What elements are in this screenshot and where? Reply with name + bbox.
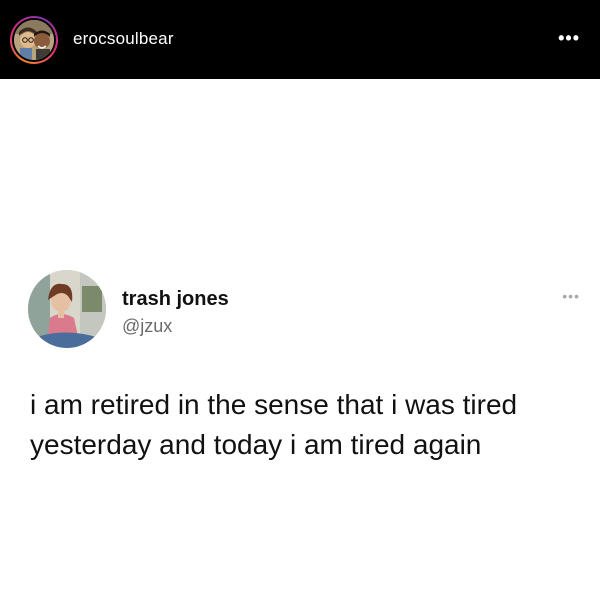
tweet-more-icon[interactable]: •••: [562, 288, 580, 304]
post-header: erocsoulbear •••: [0, 0, 600, 79]
profile-photo-icon: [28, 270, 106, 348]
more-options-icon[interactable]: •••: [558, 29, 580, 47]
tweet-body-text: i am retired in the sense that i was tir…: [30, 389, 518, 460]
story-ring[interactable]: [10, 16, 58, 64]
profile-photo-icon: [14, 20, 54, 60]
avatar-gap: [12, 18, 56, 62]
tweet-avatar-illustration: [28, 270, 106, 348]
avatar-illustration: [14, 20, 54, 60]
tweet-card: trash jones @jzux ••• i am retired in th…: [0, 240, 600, 500]
tweet-display-name[interactable]: trash jones: [122, 288, 229, 311]
tweet-handle[interactable]: @jzux: [122, 316, 172, 337]
post-username[interactable]: erocsoulbear: [73, 29, 174, 49]
instagram-post: erocsoulbear ••• trash jones @jzux ••• i…: [0, 0, 600, 600]
